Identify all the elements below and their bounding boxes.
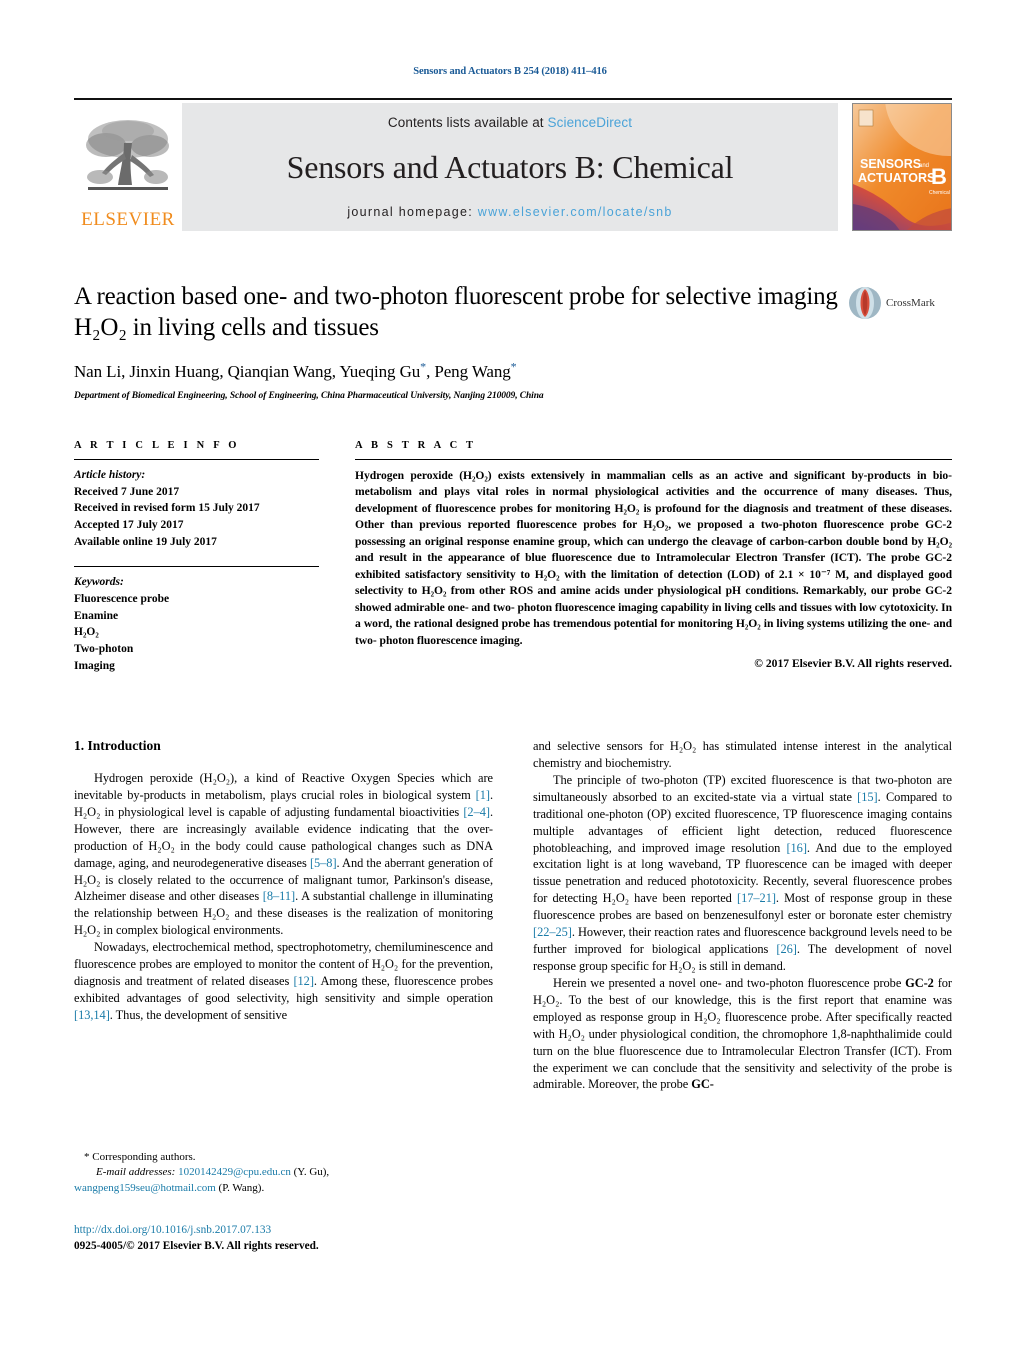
history-item: Received 7 June 2017 [74,485,180,498]
elsevier-tree-icon [86,120,169,190]
paragraph: Nowadays, electrochemical method, spectr… [74,940,493,1022]
email-label: E-mail addresses: [96,1166,176,1179]
sciencedirect-link[interactable]: ScienceDirect [548,115,633,130]
abstract-text: Hydrogen peroxide (H₂O₂) exists extensiv… [355,469,952,647]
issn-copyright-line: 0925-4005/© 2017 Elsevier B.V. All right… [74,1240,319,1253]
doi-link[interactable]: http://dx.doi.org/10.1016/j.snb.2017.07.… [74,1222,493,1238]
abstract-column: A B S T R A C T Hydrogen peroxide (H₂O₂)… [355,440,952,674]
author-list: Nan Li, Jinxin Huang, Qianqian Wang, Yue… [74,359,517,381]
running-head: Sensors and Actuators B 254 (2018) 411–4… [413,66,607,77]
masthead-top-rule [74,98,952,100]
paragraph: Herein we presented a novel one- and two… [533,975,952,1092]
body-columns: 1. Introduction Hydrogen peroxide (H₂O₂)… [74,738,952,1093]
affiliation: Department of Biomedical Engineering, Sc… [74,391,544,401]
masthead-center-panel: Contents lists available at ScienceDirec… [182,103,838,231]
body-column-right: and selective sensors for H₂O₂ has stimu… [533,738,952,1093]
abstract-copyright: © 2017 Elsevier B.V. All rights reserved… [754,656,952,670]
article-title: A reaction based one- and two-photon flu… [74,283,838,341]
article-history-label: Article history: [74,469,146,481]
body-column-left: 1. Introduction Hydrogen peroxide (H₂O₂)… [74,738,493,1093]
keywords-label: Keywords: [74,576,124,589]
journal-masthead: ELSEVIER Contents lists available at Sci… [74,98,952,231]
svg-text:and: and [919,163,929,169]
email-link-gu[interactable]: 102014242​9@cpu.edu.cn [178,1166,291,1178]
svg-text:ACTUATORS: ACTUATORS [858,171,935,185]
keywords-block: Keywords: Fluorescence probe Enamine H₂O… [74,574,319,674]
corresponding-authors-note: * Corresponding authors. [84,1151,196,1163]
email-second-line: wangpeng159seu@hotmail.com (P. Wang). [74,1181,493,1196]
keywords-rule [74,566,319,568]
contents-prefix: Contents lists available at [387,115,548,130]
contents-available-line: Contents lists available at ScienceDirec… [388,115,632,130]
section-title-introduction: 1. Introduction [74,738,161,753]
history-item: Accepted 17 July 2017 [74,519,184,532]
article-head: A reaction based one- and two-photon flu… [74,282,952,401]
journal-homepage-line: journal homepage: www.elsevier.com/locat… [347,205,672,219]
abstract-rule [355,459,952,460]
homepage-prefix: journal homepage: [347,205,478,219]
history-item: Received in revised form 15 July 2017 [74,502,260,515]
elsevier-logo: ELSEVIER [74,103,182,231]
article-info-rule [74,459,319,460]
paragraph: Hydrogen peroxide (H₂O₂), a kind of Reac… [74,771,493,938]
paragraph: The principle of two-photon (TP) excited… [533,772,953,973]
keyword-item: Fluorescence probe [74,593,170,606]
email-owner-wang: (P. Wang). [218,1181,265,1194]
paragraph: and selective sensors for H₂O₂ has stimu… [533,739,952,770]
crossmark-icon [849,287,881,319]
svg-text:Chemical: Chemical [929,190,950,196]
info-abstract-row: A R T I C L E I N F O Article history: R… [74,440,952,674]
journal-title: Sensors and Actuators B: Chemical [286,148,734,185]
history-item: Available online 19 July 2017 [74,535,217,548]
doi-block: http://dx.doi.org/10.1016/j.snb.2017.07.… [74,1222,493,1255]
journal-homepage-link[interactable]: www.elsevier.com/locate/snb [478,205,673,219]
abstract-heading: A B S T R A C T [355,440,477,451]
email-link-wang[interactable]: wangpeng159seu@hotmail.com [74,1182,216,1194]
crossmark-label: CrossMark [886,297,935,309]
paper-page: Sensors and Actuators B 254 (2018) 411–4… [0,0,1020,1351]
journal-cover-thumbnail: SENSORS and ACTUATORS B Chemical [852,103,952,231]
svg-text:B: B [931,164,947,189]
keyword-item: H₂O₂ [74,626,99,639]
keyword-item: Imaging [74,659,115,672]
article-info-heading: A R T I C L E I N F O [74,440,240,451]
keyword-item: Enamine [74,609,119,622]
cover-artwork: SENSORS and ACTUATORS B Chemical [853,104,951,230]
email-addresses-note: E-mail addresses: 102014242​9@cpu.edu.cn… [74,1165,493,1180]
keyword-item: Two-photon [74,643,134,656]
email-owner-gu: (Y. Gu), [293,1166,330,1179]
article-info-column: A R T I C L E I N F O Article history: R… [74,440,319,674]
svg-text:SENSORS: SENSORS [860,157,921,171]
footnote-block: * Corresponding authors. E-mail addresse… [74,1150,493,1196]
elsevier-wordmark: ELSEVIER [81,209,175,230]
crossmark-badge[interactable]: CrossMark [848,286,952,320]
